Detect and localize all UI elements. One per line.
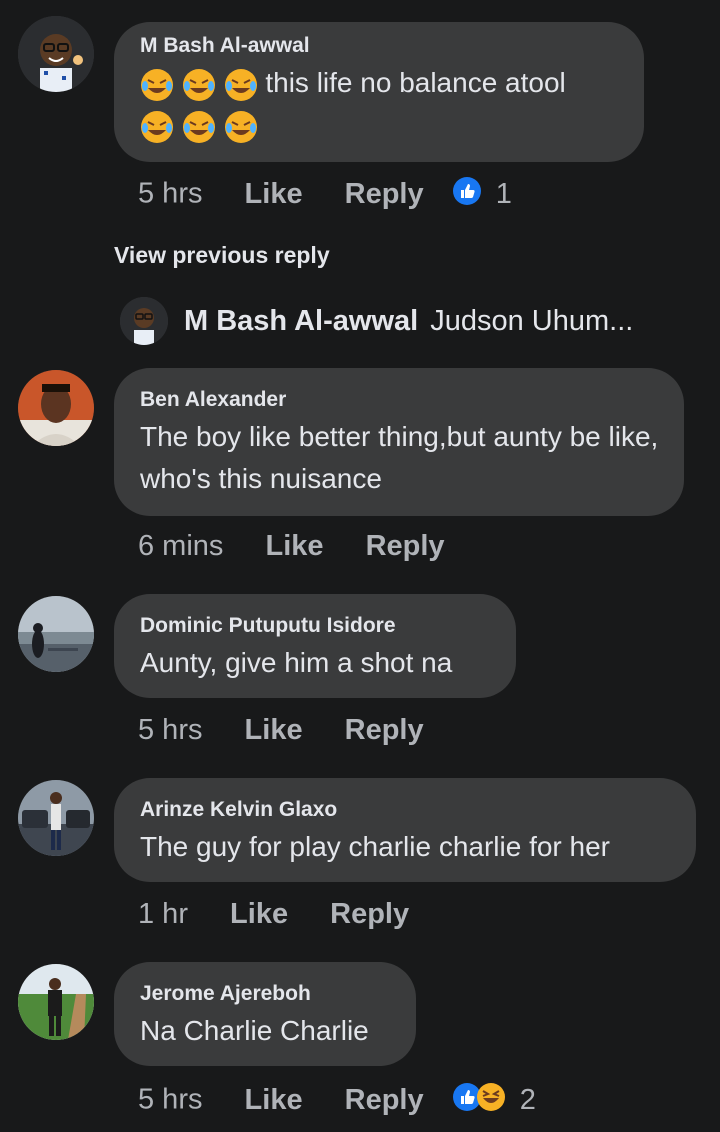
- tears-of-joy-emoji-icon: [182, 67, 224, 101]
- comment-meta: 6 mins Like Reply: [138, 530, 445, 563]
- tears-of-joy-emoji-icon: [140, 109, 182, 143]
- comment-author[interactable]: Jerome Ajereboh: [140, 982, 311, 1006]
- avatar[interactable]: [18, 964, 94, 1040]
- profile-photo-icon: [18, 596, 94, 672]
- comment-meta: 1 hr Like Reply: [138, 898, 409, 931]
- tears-of-joy-emoji-icon: [140, 67, 182, 101]
- comment-meta: 5 hrs Like Reply 2: [138, 1082, 536, 1120]
- comment-author[interactable]: M Bash Al-awwal: [140, 34, 310, 58]
- comment-time[interactable]: 5 hrs: [138, 714, 202, 746]
- like-reaction-icon[interactable]: [452, 176, 482, 214]
- reply-preview[interactable]: M Bash Al-awwal Judson Uhum...: [120, 296, 633, 346]
- reply-button[interactable]: Reply: [345, 714, 424, 746]
- avatar[interactable]: [18, 596, 94, 672]
- profile-photo-icon: [18, 964, 94, 1040]
- comment-time[interactable]: 5 hrs: [138, 1084, 202, 1116]
- like-button[interactable]: Like: [265, 530, 323, 562]
- reaction-count[interactable]: 1: [496, 178, 512, 210]
- reply-preview-text: Judson Uhum...: [430, 304, 634, 337]
- comment-time[interactable]: 1 hr: [138, 898, 188, 930]
- comment-meta: 5 hrs Like Reply: [138, 714, 424, 747]
- comment-text: Aunty, give him a shot na: [140, 647, 453, 678]
- haha-reaction-icon[interactable]: [476, 1082, 506, 1120]
- comment-bubble[interactable]: Ben Alexander The boy like better thing,…: [114, 368, 684, 516]
- like-button[interactable]: Like: [245, 1084, 303, 1116]
- comment-bubble[interactable]: Jerome Ajereboh Na Charlie Charlie: [114, 962, 416, 1066]
- comment-text-body: this life no balance atool: [265, 67, 566, 98]
- bitmoji-avatar-icon: [18, 16, 94, 92]
- comment-meta: 5 hrs Like Reply 1: [138, 176, 512, 214]
- reply-preview-author[interactable]: M Bash Al-awwal: [184, 305, 418, 338]
- profile-photo-icon: [18, 780, 94, 856]
- avatar[interactable]: [18, 370, 94, 446]
- comment-author[interactable]: Dominic Putuputu Isidore: [140, 614, 396, 638]
- comment-bubble[interactable]: Dominic Putuputu Isidore Aunty, give him…: [114, 594, 516, 698]
- comment-time[interactable]: 5 hrs: [138, 178, 202, 210]
- comment-text: this life no balance atool: [140, 62, 630, 146]
- comment-text: The guy for play charlie charlie for her: [140, 831, 610, 862]
- avatar[interactable]: [18, 780, 94, 856]
- tears-of-joy-emoji-icon: [224, 67, 266, 101]
- reply-button[interactable]: Reply: [330, 898, 409, 930]
- bitmoji-avatar-icon: [120, 297, 168, 345]
- comment-text: The boy like better thing,but aunty be l…: [140, 421, 659, 494]
- reply-button[interactable]: Reply: [345, 178, 424, 210]
- reply-button[interactable]: Reply: [345, 1084, 424, 1116]
- comment-text: Na Charlie Charlie: [140, 1015, 369, 1046]
- like-button[interactable]: Like: [230, 898, 288, 930]
- comment-bubble[interactable]: M Bash Al-awwal this life no balance ato…: [114, 22, 644, 162]
- view-previous-reply-link[interactable]: View previous reply: [114, 242, 330, 269]
- avatar: [120, 297, 168, 345]
- avatar[interactable]: [18, 16, 94, 92]
- comment-author[interactable]: Ben Alexander: [140, 388, 286, 412]
- comment-bubble[interactable]: Arinze Kelvin Glaxo The guy for play cha…: [114, 778, 696, 882]
- comment-time[interactable]: 6 mins: [138, 530, 223, 562]
- like-button[interactable]: Like: [245, 178, 303, 210]
- like-button[interactable]: Like: [245, 714, 303, 746]
- comment-author[interactable]: Arinze Kelvin Glaxo: [140, 798, 337, 822]
- tears-of-joy-emoji-icon: [182, 109, 224, 143]
- tears-of-joy-emoji-icon: [224, 109, 258, 143]
- reaction-count[interactable]: 2: [520, 1084, 536, 1116]
- profile-photo-icon: [18, 370, 94, 446]
- reply-button[interactable]: Reply: [366, 530, 445, 562]
